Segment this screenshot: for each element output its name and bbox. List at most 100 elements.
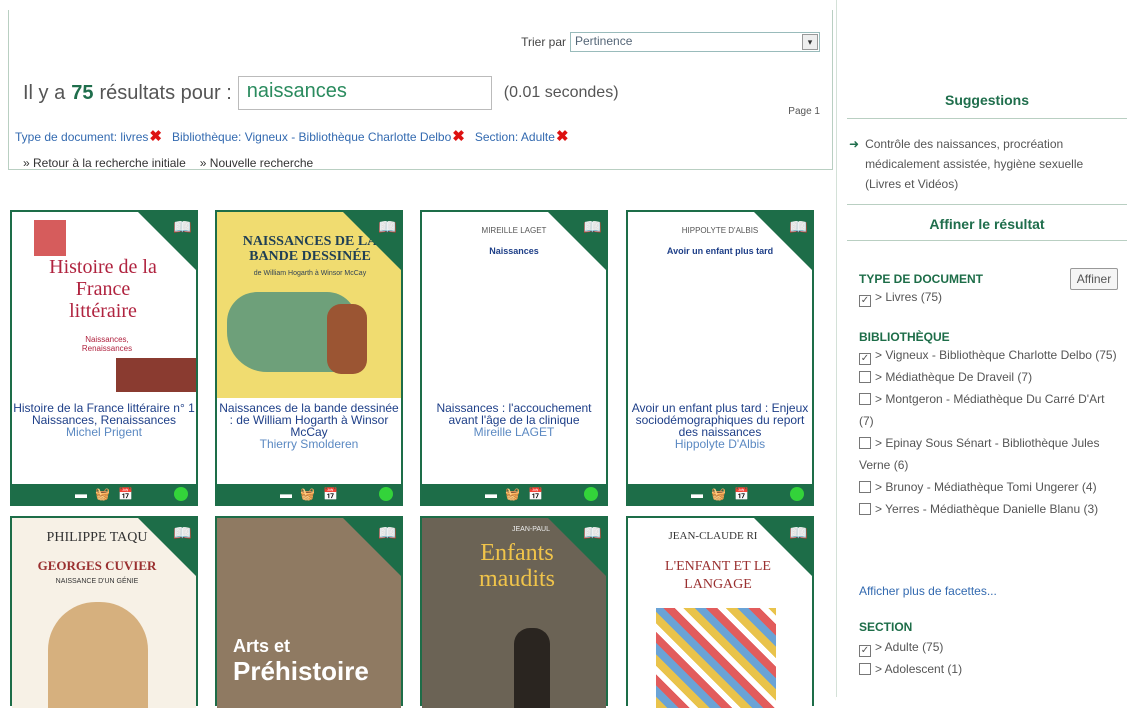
- book-card[interactable]: JEAN-PAUL Enfants maudits 📖: [420, 516, 608, 708]
- book-icon: 📖: [173, 525, 192, 542]
- comment-icon[interactable]: ▬: [691, 487, 703, 501]
- book-actions: ▬ 🧺 📅: [217, 484, 401, 504]
- book-icon: 📖: [173, 219, 192, 236]
- cover-subtitle: Naissances, Renaissances: [81, 335, 133, 353]
- divider: [847, 204, 1127, 205]
- cover-portrait: [48, 602, 148, 708]
- book-card[interactable]: MIREILLE LAGET Naissances 📖 Naissances :…: [420, 210, 608, 506]
- cover-subtitle: NAISSANCE D'UN GÉNIE: [55, 578, 139, 585]
- chevron-down-icon[interactable]: ▾: [802, 34, 818, 50]
- basket-icon[interactable]: 🧺: [505, 487, 520, 501]
- filter-section: Section: Adulte✖: [474, 128, 569, 145]
- new-search-link[interactable]: » Nouvelle recherche: [200, 156, 313, 170]
- search-summary: Trier par Pertinence ▾ Il y a 75 résulta…: [8, 10, 833, 170]
- book-icon: 📖: [378, 219, 397, 236]
- facet-option[interactable]: ✓ > Vigneux - Bibliothèque Charlotte Delb…: [859, 344, 1121, 366]
- checkbox[interactable]: [859, 481, 871, 493]
- checkbox[interactable]: [859, 393, 871, 405]
- cover-illustration: [116, 358, 196, 392]
- book-card[interactable]: JEAN-CLAUDE RI L'ENFANT ET LE LANGAGE 📖: [626, 516, 814, 708]
- sort-label: Trier par: [521, 35, 566, 49]
- book-info[interactable]: Avoir un enfant plus tard : Enjeux socio…: [628, 402, 812, 450]
- checkbox[interactable]: [859, 663, 871, 675]
- checkbox[interactable]: [859, 437, 871, 449]
- affiner-button[interactable]: Affiner: [1070, 268, 1118, 290]
- comment-icon[interactable]: ▬: [485, 487, 497, 501]
- calendar-icon[interactable]: 📅: [118, 487, 133, 501]
- book-title[interactable]: Avoir un enfant plus tard : Enjeux socio…: [628, 402, 812, 438]
- sort-control: Trier par Pertinence ▾: [521, 32, 820, 52]
- facet-section-heading: SECTION: [859, 620, 913, 634]
- suggestions-title: Suggestions: [944, 92, 1029, 108]
- book-icon: 📖: [789, 525, 808, 542]
- checkbox[interactable]: [859, 371, 871, 383]
- results-count: 75: [71, 81, 94, 104]
- comment-icon[interactable]: ▬: [280, 487, 292, 501]
- checkbox-checked[interactable]: ✓: [859, 353, 871, 365]
- book-actions: ▬ 🧺 📅: [628, 484, 812, 504]
- show-more-facets-link[interactable]: Afficher plus de facettes...: [859, 584, 997, 598]
- results-line: Il y a 75 résultats pour : naissances (0…: [23, 76, 619, 110]
- book-info[interactable]: Naissances de la bande dessinée : de Wil…: [217, 402, 401, 450]
- book-author[interactable]: Mireille LAGET: [422, 426, 606, 438]
- cover-illustration: [327, 304, 367, 374]
- basket-icon[interactable]: 🧺: [300, 487, 315, 501]
- facet-library-heading: BIBLIOTHÈQUE: [859, 330, 950, 344]
- book-card[interactable]: HIPPOLYTE D'ALBIS Avoir un enfant plus t…: [626, 210, 814, 506]
- basket-icon[interactable]: 🧺: [95, 487, 110, 501]
- facet-section-list: ✓ > Adulte (75) > Adolescent (1): [859, 636, 1121, 680]
- book-info[interactable]: Histoire de la France littéraire n° 1 Na…: [12, 402, 196, 438]
- availability-indicator: [379, 487, 393, 501]
- suggestion-item[interactable]: ➜ Contrôle des naissances, procréation m…: [849, 134, 1115, 194]
- book-author[interactable]: Thierry Smolderen: [217, 438, 401, 450]
- calendar-icon[interactable]: 📅: [323, 487, 338, 501]
- book-title[interactable]: Histoire de la France littéraire n° 1 Na…: [12, 402, 196, 426]
- book-icon: 📖: [583, 219, 602, 236]
- book-icon: 📖: [583, 525, 602, 542]
- book-card[interactable]: NAISSANCES DE LA BANDE DESSINÉE de Willi…: [215, 210, 403, 506]
- page-indicator: Page 1: [788, 106, 820, 117]
- book-card[interactable]: Arts et Préhistoire 📖: [215, 516, 403, 708]
- book-card[interactable]: Histoire de la France littéraire Naissan…: [10, 210, 198, 506]
- remove-filter-icon[interactable]: ✖: [556, 128, 569, 145]
- book-author[interactable]: Michel Prigent: [12, 426, 196, 438]
- facet-option[interactable]: ✓ > Adulte (75): [859, 636, 1121, 658]
- checkbox-checked[interactable]: ✓: [859, 645, 871, 657]
- book-card[interactable]: PHILIPPE TAQU GEORGES CUVIER NAISSANCE D…: [10, 516, 198, 708]
- book-title[interactable]: Naissances : l'accouchement avant l'âge …: [422, 402, 606, 426]
- back-to-initial-link[interactable]: » Retour à la recherche initiale: [23, 156, 186, 170]
- facet-type-heading: TYPE DE DOCUMENT: [859, 272, 984, 286]
- sort-select[interactable]: Pertinence ▾: [570, 32, 820, 52]
- cover-author: JEAN-PAUL: [512, 526, 550, 533]
- remove-filter-icon[interactable]: ✖: [452, 128, 465, 145]
- facet-library-list: ✓ > Vigneux - Bibliothèque Charlotte Delb…: [859, 344, 1121, 520]
- book-info[interactable]: Naissances : l'accouchement avant l'âge …: [422, 402, 606, 438]
- search-input[interactable]: naissances: [237, 76, 492, 110]
- facet-option[interactable]: > Médiathèque De Draveil (7): [859, 366, 1121, 388]
- calendar-icon[interactable]: 📅: [734, 487, 749, 501]
- filter-library: Bibliothèque: Vigneux - Bibliothèque Cha…: [171, 128, 465, 145]
- basket-icon[interactable]: 🧺: [711, 487, 726, 501]
- cover-figure: [514, 628, 550, 708]
- cover-illustration: [34, 220, 66, 256]
- facet-option[interactable]: > Yerres - Médiathèque Danielle Blanu (3…: [859, 498, 1121, 520]
- checkbox[interactable]: [859, 503, 871, 515]
- filter-type: Type de document: livres✖: [15, 128, 162, 145]
- cover-subtitle: Préhistoire: [233, 656, 369, 686]
- cover-title: Arts et: [233, 636, 291, 656]
- arrow-right-icon: ➜: [849, 137, 860, 151]
- calendar-icon[interactable]: 📅: [528, 487, 543, 501]
- comment-icon[interactable]: ▬: [75, 487, 87, 501]
- availability-indicator: [174, 487, 188, 501]
- book-author[interactable]: Hippolyte D'Albis: [628, 438, 812, 450]
- facet-option[interactable]: > Montgeron - Médiathèque Du Carré D'Art…: [859, 388, 1121, 432]
- facet-option[interactable]: > Adolescent (1): [859, 658, 1121, 680]
- facet-option[interactable]: > Epinay Sous Sénart - Bibliothèque Jule…: [859, 432, 1121, 476]
- divider: [847, 118, 1127, 119]
- book-actions: ▬ 🧺 📅: [422, 484, 606, 504]
- facet-option[interactable]: > Brunoy - Médiathèque Tomi Ungerer (4): [859, 476, 1121, 498]
- book-title[interactable]: Naissances de la bande dessinée : de Wil…: [217, 402, 401, 438]
- cover-illustration: [656, 608, 776, 708]
- remove-filter-icon[interactable]: ✖: [149, 128, 162, 145]
- checkbox-checked[interactable]: ✓: [859, 295, 871, 307]
